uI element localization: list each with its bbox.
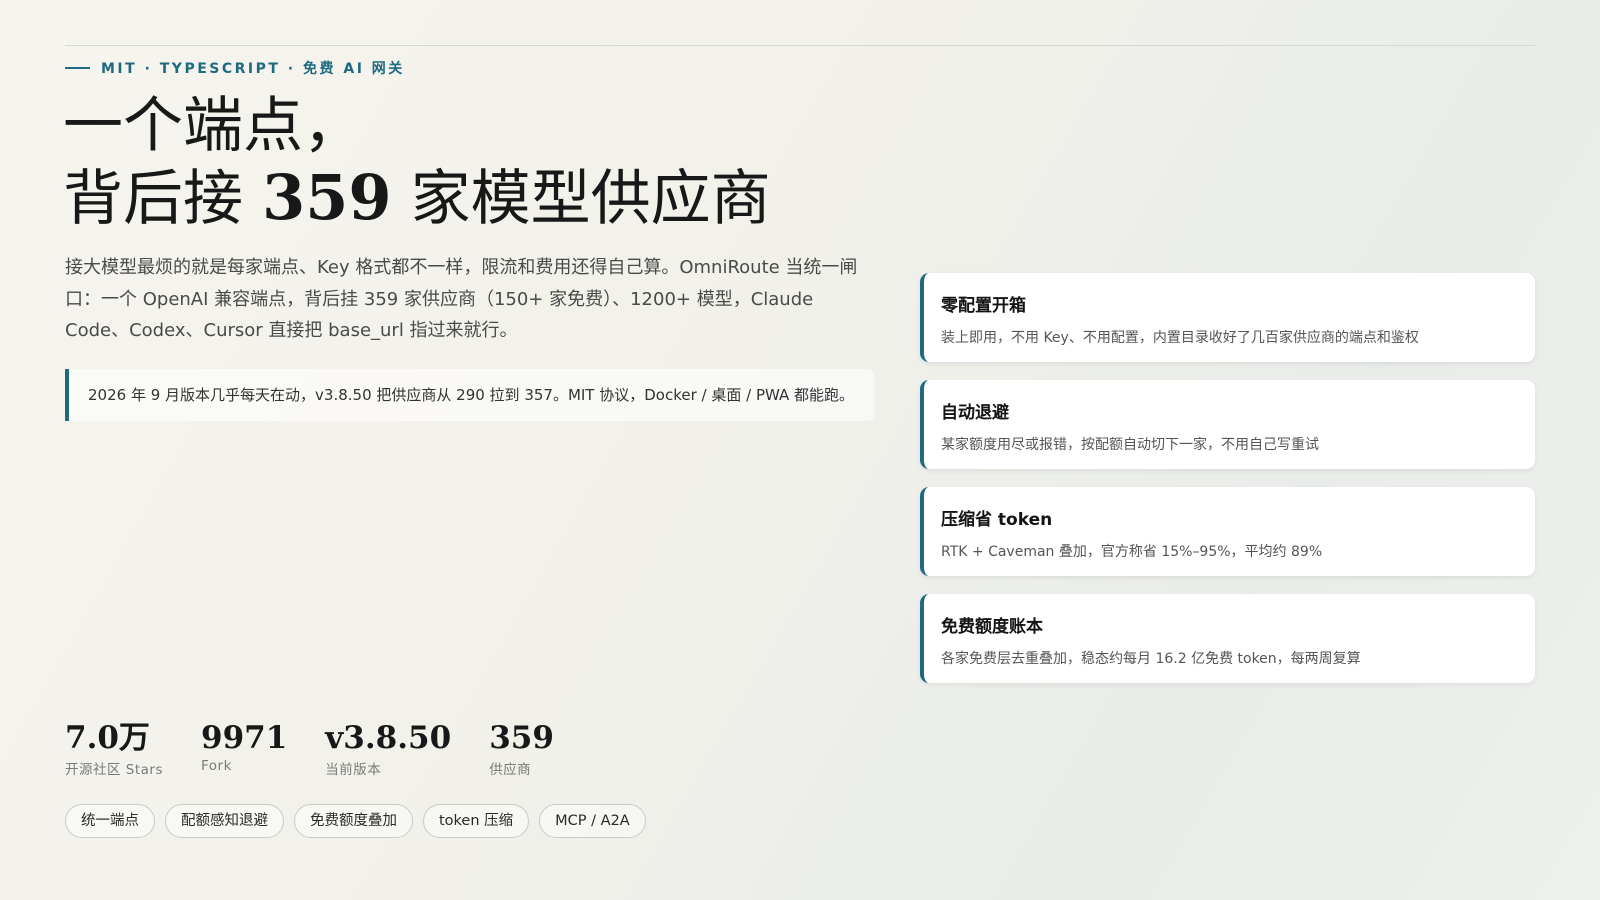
feature-title: 零配置开箱 (941, 296, 1026, 316)
title-prefix: 背后接 (63, 164, 263, 234)
stat-providers: 359 供应商 (489, 720, 554, 778)
feature-title: 压缩省 token (941, 510, 1053, 530)
feature-description: 各家免费层去重叠加，稳态约每月 16.2 亿免费 token，每两周复算 (941, 651, 1361, 667)
tag-list: 统一端点 配额感知退避 免费额度叠加 token 压缩 MCP / A2A (65, 804, 656, 838)
stat-value: 359 (489, 720, 554, 756)
feature-card: 免费额度账本 各家免费层去重叠加，稳态约每月 16.2 亿免费 token，每两… (920, 594, 1535, 683)
feature-list: 零配置开箱 装上即用，不用 Key、不用配置，内置目录收好了几百家供应商的端点和… (920, 273, 1535, 701)
kicker: MIT · TYPESCRIPT · 免费 AI 网关 (65, 58, 405, 78)
stat-label: 开源社区 Stars (65, 762, 164, 778)
stat-value: 9971 (201, 720, 288, 756)
title-line-1: 一个端点， (63, 91, 363, 161)
top-divider (65, 45, 1535, 46)
title-suffix: 家模型供应商 (391, 164, 771, 234)
feature-card: 自动退避 某家额度用尽或报错，按配额自动切下一家，不用自己写重试 (920, 380, 1535, 469)
page-title: 一个端点， 背后接 359 家模型供应商 (63, 90, 771, 235)
feature-title: 自动退避 (941, 403, 1009, 423)
tag-chip[interactable]: 统一端点 (65, 804, 155, 838)
title-number: 359 (262, 161, 392, 234)
stat-value: 7.0万 (65, 720, 150, 756)
stats-row: 7.0万 开源社区 Stars 9971 Fork v3.8.50 当前版本 3… (65, 720, 592, 778)
kicker-text: MIT · TYPESCRIPT · 免费 AI 网关 (101, 61, 405, 77)
tag-chip[interactable]: 免费额度叠加 (294, 804, 413, 838)
title-line-2: 背后接 359 家模型供应商 (63, 162, 771, 235)
intro-paragraph: 接大模型最烦的就是每家端点、Key 格式都不一样，限流和费用还得自己算。Omni… (65, 257, 858, 341)
feature-card: 零配置开箱 装上即用，不用 Key、不用配置，内置目录收好了几百家供应商的端点和… (920, 273, 1535, 362)
feature-description: 装上即用，不用 Key、不用配置，内置目录收好了几百家供应商的端点和鉴权 (941, 330, 1419, 346)
feature-description: RTK + Caveman 叠加，官方称省 15%–95%，平均约 89% (941, 544, 1323, 560)
release-note: 2026 年 9 月版本几乎每天在动，v3.8.50 把供应商从 290 拉到 … (65, 369, 875, 421)
tag-chip[interactable]: token 压缩 (423, 804, 530, 838)
stat-version: v3.8.50 当前版本 (325, 720, 451, 778)
stat-label: Fork (201, 758, 232, 774)
stat-label: 当前版本 (325, 762, 382, 778)
feature-title: 免费额度账本 (941, 617, 1043, 637)
stat-label: 供应商 (489, 762, 532, 778)
feature-description: 某家额度用尽或报错，按配额自动切下一家，不用自己写重试 (941, 437, 1319, 453)
tag-chip[interactable]: 配额感知退避 (165, 804, 284, 838)
stat-fork: 9971 Fork (201, 720, 287, 778)
stat-value: v3.8.50 (325, 720, 452, 756)
feature-card: 压缩省 token RTK + Caveman 叠加，官方称省 15%–95%，… (920, 487, 1535, 576)
kicker-dash (65, 67, 90, 69)
tag-chip[interactable]: MCP / A2A (539, 804, 646, 838)
stat-stars: 7.0万 开源社区 Stars (65, 720, 163, 778)
